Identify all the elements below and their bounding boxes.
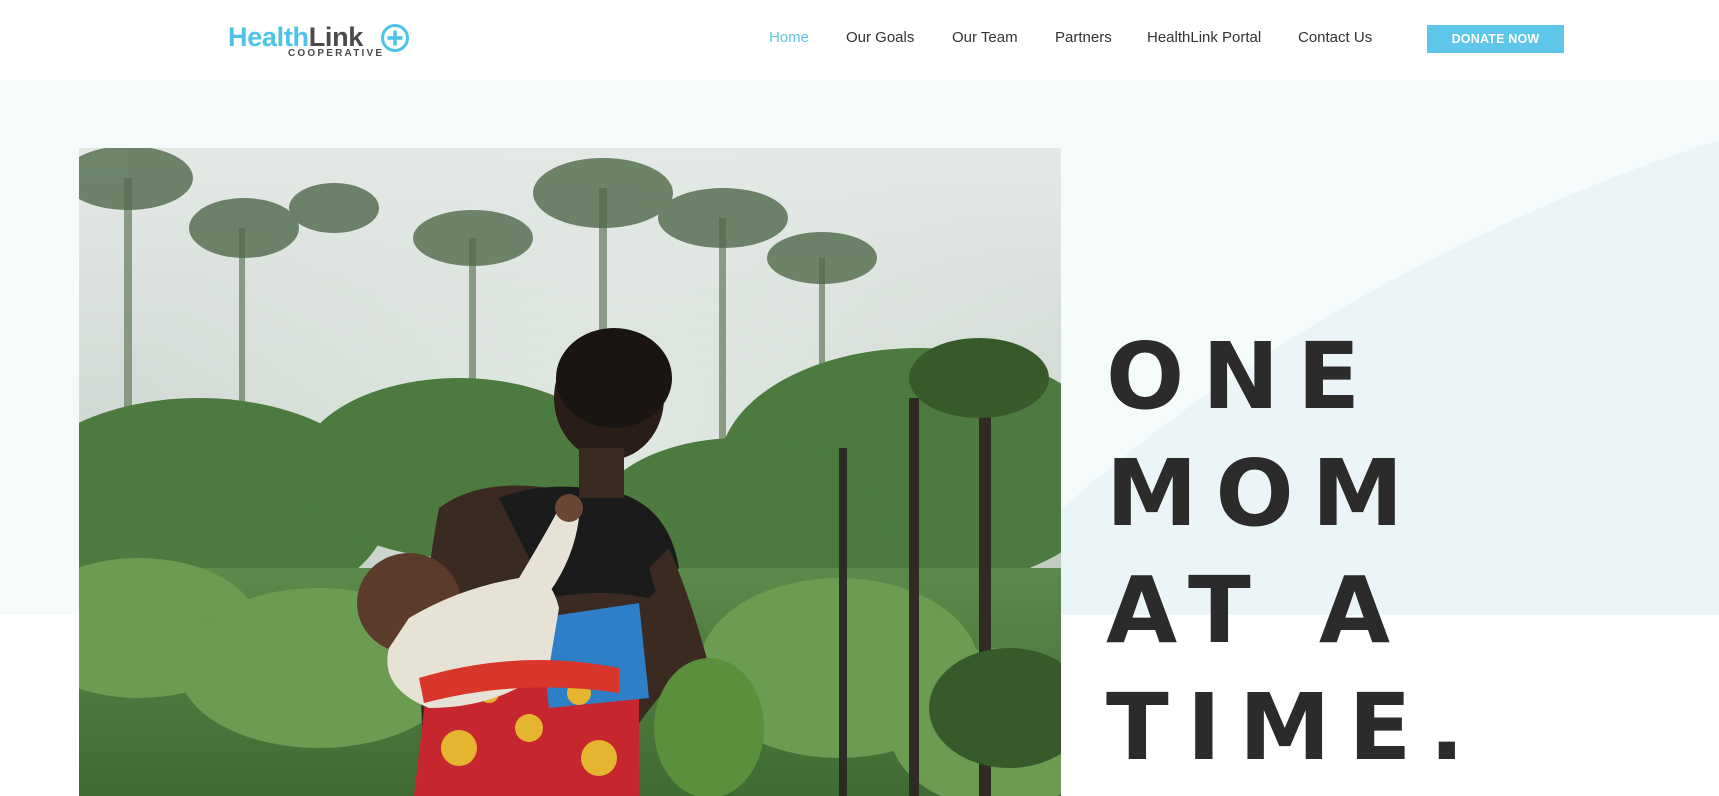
healthlink-logo[interactable]: HealthLink COOPERATIVE — [228, 20, 424, 60]
nav-item-our-team[interactable]: Our Team — [952, 28, 1018, 48]
hero-photo-illustration — [79, 148, 1061, 796]
plus-circle-icon — [381, 24, 409, 52]
headline-line-3: AT A — [1106, 557, 1409, 664]
nav-item-our-goals[interactable]: Our Goals — [846, 28, 914, 48]
site-header: HealthLink COOPERATIVE Home Our Goals Ou… — [0, 0, 1719, 80]
hero-photo-mother-and-baby — [79, 148, 1061, 796]
donate-now-button[interactable]: DONATE NOW — [1427, 25, 1564, 53]
hero-headline: ONE MOM AT A TIME. — [1106, 318, 1666, 786]
nav-item-partners[interactable]: Partners — [1055, 28, 1112, 48]
headline-line-1: ONE — [1106, 323, 1379, 430]
nav-item-home[interactable]: Home — [769, 28, 809, 48]
nav-item-contact-us[interactable]: Contact Us — [1298, 28, 1372, 48]
headline-line-4: TIME. — [1106, 674, 1483, 781]
headline-line-2: MOM — [1106, 440, 1422, 547]
nav-item-healthlink-portal[interactable]: HealthLink Portal — [1147, 28, 1261, 48]
logo-subtitle: COOPERATIVE — [288, 48, 385, 59]
